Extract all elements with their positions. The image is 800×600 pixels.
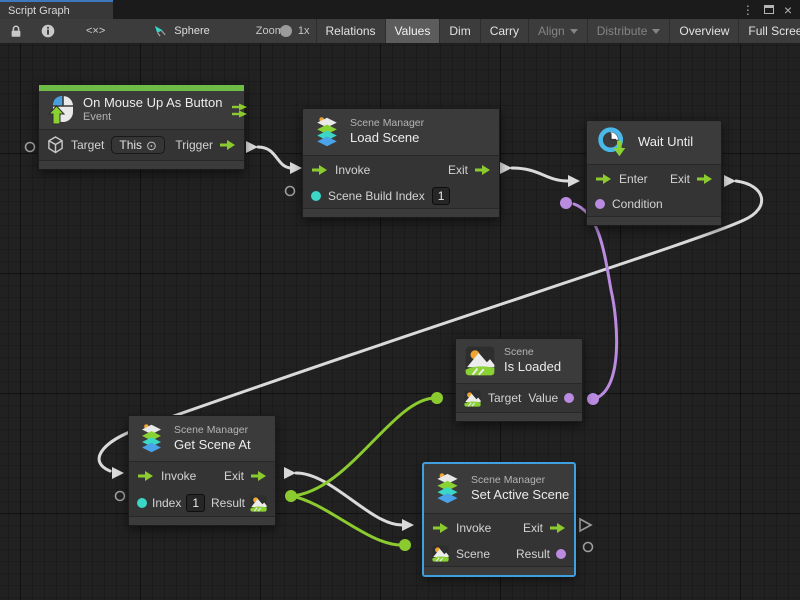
wire-loadscene-to-waituntil[interactable]: [512, 168, 568, 181]
node-set-active-scene[interactable]: Scene Manager Set Active Scene Invoke Ex…: [423, 463, 575, 576]
node-title: Load Scene: [350, 130, 424, 146]
node-get-scene-at[interactable]: Scene Manager Get Scene At Invoke Exit I…: [128, 415, 276, 526]
flow-out-arrow-icon[interactable]: [474, 164, 491, 176]
port-loadscene-exit[interactable]: [500, 162, 512, 174]
port-trigger-out[interactable]: [246, 141, 258, 153]
node-on-mouse-up-as-button[interactable]: On Mouse Up As Button Event Target This …: [38, 84, 245, 170]
scene-build-index-input[interactable]: 1: [432, 187, 451, 205]
value-port-label: Value: [528, 391, 558, 405]
target-self-chip[interactable]: This ⊙: [111, 136, 165, 154]
flow-in-arrow-icon[interactable]: [595, 173, 612, 185]
port-isloaded-target-in[interactable]: [431, 392, 443, 404]
flow-out-arrow-icon[interactable]: [549, 522, 566, 534]
node-category: Scene Manager: [174, 424, 251, 437]
node-footer: [587, 217, 721, 225]
node-footer: [424, 567, 574, 575]
value-port-dot[interactable]: [564, 393, 574, 403]
enter-port-label: Enter: [619, 172, 648, 186]
index-port-label: Index: [152, 496, 181, 510]
node-title: On Mouse Up As Button: [83, 95, 222, 111]
scene-port-icon[interactable]: [464, 390, 481, 407]
node-footer: [39, 161, 244, 169]
flow-in-arrow-icon[interactable]: [432, 522, 449, 534]
value-port-dot[interactable]: [311, 191, 321, 201]
invoke-port-label: Invoke: [335, 163, 370, 177]
exit-port-label: Exit: [448, 163, 468, 177]
scene-manager-icon: [313, 116, 341, 148]
flow-in-arrow-icon[interactable]: [311, 164, 328, 176]
node-wait-until[interactable]: Wait Until Enter Exit Condition: [586, 120, 722, 226]
wait-until-clock-icon: [596, 126, 629, 159]
port-waituntil-condition-in[interactable]: [560, 197, 572, 209]
port-loadscene-invoke-in[interactable]: [290, 162, 302, 174]
script-graph-window: Script Graph ⋮ × <×> Sphere Zoom 1x Rela…: [0, 0, 800, 600]
index-port-dot[interactable]: [137, 498, 147, 508]
node-footer: [456, 413, 582, 421]
node-subtitle: Event: [83, 111, 222, 125]
port-setactivescene-exit-unconnected[interactable]: [580, 519, 591, 531]
scene-port-icon[interactable]: [432, 545, 449, 562]
node-title: Wait Until: [638, 134, 693, 150]
node-category: Scene: [504, 346, 561, 359]
target-self-value: This: [119, 138, 142, 152]
object-picker-icon[interactable]: ⊙: [146, 139, 157, 152]
node-is-loaded[interactable]: Scene Is Loaded Target Value: [455, 338, 583, 422]
condition-port-label: Condition: [612, 197, 663, 211]
flow-out-arrow-icon[interactable]: [250, 470, 267, 482]
condition-port-dot[interactable]: [595, 199, 605, 209]
invoke-port-label: Invoke: [456, 521, 491, 535]
exit-port-label: Exit: [670, 172, 690, 186]
result-port-label: Result: [211, 496, 245, 510]
port-waituntil-enter-in[interactable]: [568, 175, 580, 187]
wire-getsceneat-to-setactivescene[interactable]: [296, 473, 402, 525]
wire-result-to-isloaded[interactable]: [291, 398, 434, 496]
port-getsceneat-invoke-in[interactable]: [112, 467, 124, 479]
result-port-label: Result: [516, 547, 550, 561]
scene-manager-icon: [433, 472, 462, 505]
exit-port-label: Exit: [523, 521, 543, 535]
index-input[interactable]: 1: [186, 494, 205, 512]
target-port-label: Target: [488, 391, 521, 405]
node-footer: [129, 517, 275, 525]
scene-build-index-label: Scene Build Index: [328, 189, 425, 203]
node-category: Scene Manager: [471, 474, 569, 487]
node-title: Set Active Scene: [471, 487, 569, 503]
port-waituntil-exit[interactable]: [724, 175, 736, 187]
scene-icon: [465, 346, 495, 376]
port-setactivescene-result-unconnected[interactable]: [584, 543, 593, 552]
port-setactivescene-invoke-in[interactable]: [402, 519, 414, 531]
port-setactivescene-scene-in[interactable]: [399, 539, 411, 551]
scene-manager-icon: [138, 423, 165, 454]
port-getsceneat-result-out[interactable]: [285, 490, 297, 502]
node-load-scene[interactable]: Scene Manager Load Scene Invoke Exit Sce…: [302, 108, 500, 218]
trigger-port-label: Trigger: [175, 138, 213, 152]
node-title: Get Scene At: [174, 437, 251, 453]
port-onmouseup-target-unconnected[interactable]: [26, 143, 35, 152]
result-port-dot[interactable]: [556, 549, 566, 559]
port-isloaded-value-out[interactable]: [587, 393, 599, 405]
coroutine-toggle-icon[interactable]: [231, 103, 248, 118]
scene-result-icon[interactable]: [250, 495, 267, 512]
flow-in-arrow-icon[interactable]: [137, 470, 154, 482]
flow-out-arrow-icon[interactable]: [219, 139, 236, 151]
exit-port-label: Exit: [224, 469, 244, 483]
scene-port-label: Scene: [456, 547, 490, 561]
port-getsceneat-index-unconnected[interactable]: [116, 492, 125, 501]
node-category: Scene Manager: [350, 117, 424, 130]
node-footer: [303, 209, 499, 217]
gameobject-cube-icon: [47, 136, 64, 154]
target-port-label: Target: [71, 138, 104, 152]
mouse-icon: [48, 95, 74, 125]
port-getsceneat-exit[interactable]: [284, 467, 296, 479]
flow-out-arrow-icon[interactable]: [696, 173, 713, 185]
node-title: Is Loaded: [504, 359, 561, 375]
port-loadscene-index-unconnected[interactable]: [286, 187, 295, 196]
invoke-port-label: Invoke: [161, 469, 196, 483]
wire-trigger-to-loadscene[interactable]: [258, 147, 292, 168]
